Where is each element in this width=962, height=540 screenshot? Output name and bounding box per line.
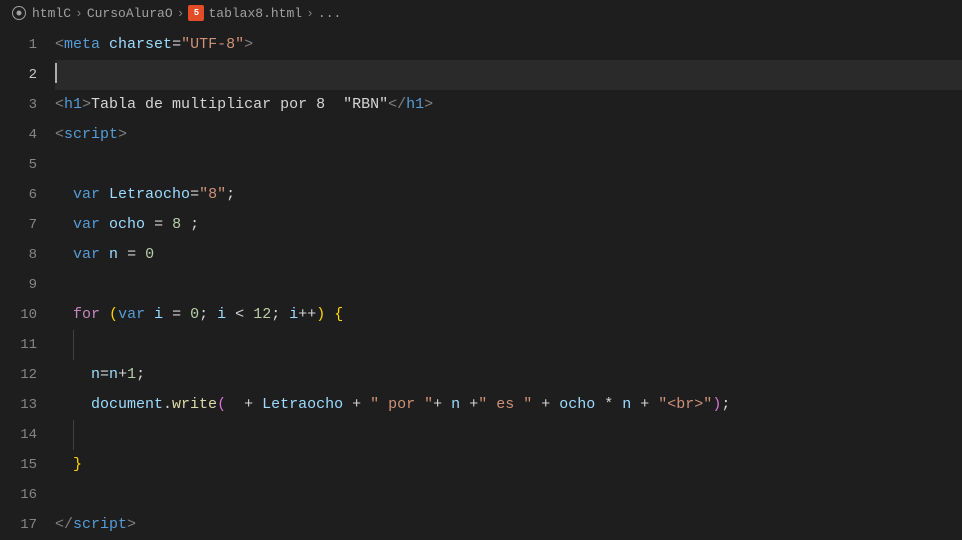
breadcrumb-item-symbol[interactable]: ... — [318, 6, 341, 21]
breadcrumb-label: tablax8.html — [208, 6, 302, 21]
chevron-right-icon: › — [306, 6, 314, 21]
code-line[interactable]: <h1>Tabla de multiplicar por 8 "RBN"</h1… — [55, 90, 962, 120]
code-line[interactable]: for (var i = 0; i < 12; i++) { — [55, 300, 962, 330]
code-line-current[interactable] — [55, 60, 962, 90]
code-line[interactable] — [55, 330, 962, 360]
chevron-right-icon: › — [177, 6, 185, 21]
code-line[interactable]: var Letraocho="8"; — [55, 180, 962, 210]
code-line[interactable]: </script> — [55, 510, 962, 540]
code-area[interactable]: <meta charset="UTF-8"> <h1>Tabla de mult… — [55, 26, 962, 537]
editor: 1 2 3 4 5 6 7 8 9 10 11 12 13 14 15 16 1… — [0, 26, 962, 537]
breadcrumb-item-folder[interactable]: CursoAluraO — [87, 6, 173, 21]
line-number[interactable]: 15 — [0, 450, 37, 480]
code-line[interactable]: <meta charset="UTF-8"> — [55, 30, 962, 60]
line-number[interactable]: 1 — [0, 30, 37, 60]
code-line[interactable]: var n = 0 — [55, 240, 962, 270]
line-number[interactable]: 16 — [0, 480, 37, 510]
breadcrumb[interactable]: htmlC › CursoAluraO › 5 tablax8.html › .… — [0, 0, 962, 26]
line-number-gutter[interactable]: 1 2 3 4 5 6 7 8 9 10 11 12 13 14 15 16 1… — [0, 26, 55, 537]
chevron-right-icon: › — [75, 6, 83, 21]
code-line[interactable]: n=n+1; — [55, 360, 962, 390]
html-file-icon: 5 — [188, 5, 204, 21]
text-cursor — [55, 63, 57, 83]
breadcrumb-item-file[interactable]: 5 tablax8.html — [188, 5, 302, 21]
code-line[interactable]: } — [55, 450, 962, 480]
breadcrumb-label: htmlC — [32, 6, 71, 21]
code-line[interactable] — [55, 480, 962, 510]
code-line[interactable]: <script> — [55, 120, 962, 150]
line-number[interactable]: 3 — [0, 90, 37, 120]
line-number[interactable]: 12 — [0, 360, 37, 390]
indent-guide — [73, 420, 74, 450]
code-line[interactable] — [55, 420, 962, 450]
line-number[interactable]: 2 — [0, 60, 37, 90]
line-number[interactable]: 14 — [0, 420, 37, 450]
line-number[interactable]: 13 — [0, 390, 37, 420]
line-number[interactable]: 11 — [0, 330, 37, 360]
code-line[interactable] — [55, 150, 962, 180]
line-number[interactable]: 10 — [0, 300, 37, 330]
line-number[interactable]: 9 — [0, 270, 37, 300]
code-line[interactable]: var ocho = 8 ; — [55, 210, 962, 240]
line-number[interactable]: 8 — [0, 240, 37, 270]
indent-guide — [73, 330, 74, 360]
breadcrumb-root-icon — [12, 6, 26, 20]
breadcrumb-label: ... — [318, 6, 341, 21]
line-number[interactable]: 4 — [0, 120, 37, 150]
line-number[interactable]: 7 — [0, 210, 37, 240]
line-number[interactable]: 6 — [0, 180, 37, 210]
line-number[interactable]: 17 — [0, 510, 37, 540]
breadcrumb-label: CursoAluraO — [87, 6, 173, 21]
breadcrumb-item-root[interactable]: htmlC — [12, 6, 71, 21]
code-line[interactable] — [55, 270, 962, 300]
line-number[interactable]: 5 — [0, 150, 37, 180]
code-line[interactable]: document.write( + Letraocho + " por "+ n… — [55, 390, 962, 420]
